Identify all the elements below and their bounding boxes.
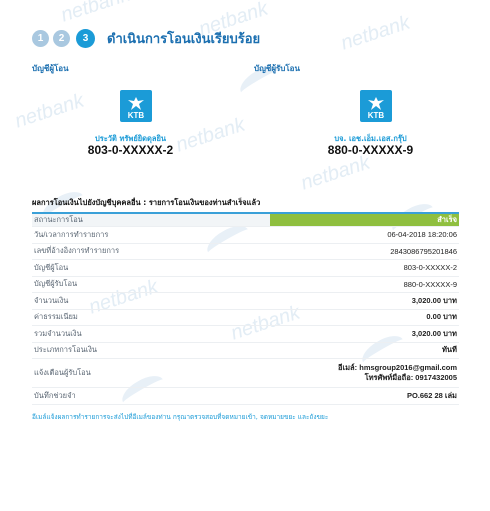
row-value: 06-04-2018 18:20:06: [270, 226, 459, 244]
notify-email: อีเมล์: hmsgroup2016@gmail.com: [338, 363, 457, 372]
row-label: ค่าธรรมเนียม: [32, 309, 270, 326]
step-2-icon: 2: [53, 29, 70, 47]
from-account-card: บัญชีผู้โอน KTB ประวัติ ทรัพย์ยิดดุลยิน …: [32, 62, 245, 192]
row-value: 803-0-XXXXX-2: [270, 259, 459, 277]
row-value: 0.00 บาท: [270, 309, 459, 326]
footer-note: อีเมล์แจ้งผลการทำรายการจะส่งไปที่อีเมล์ข…: [32, 412, 329, 421]
row-label: บันทึกช่วยจำ: [32, 387, 270, 405]
table-row: แจ้งเตือนผู้รับโอน อีเมล์: hmsgroup2016@…: [32, 358, 459, 388]
table-row: จำนวนเงิน 3,020.00 บาท: [32, 292, 459, 310]
transfer-result-page: 1 2 3 ดำเนินการโอนเงินเรียบร้อย บัญชีผู้…: [32, 26, 459, 422]
row-label: รวมจำนวนเงิน: [32, 325, 270, 343]
to-account-card: บัญชีผู้รับโอน KTB บจ. เอช.เอ็ม.เอส.กรุ๊…: [254, 62, 467, 192]
row-label: บัญชีผู้รับโอน: [32, 276, 270, 293]
row-value: 3,020.00 บาท: [270, 292, 459, 310]
row-value: PO.662 28 เล่ม: [270, 387, 459, 405]
row-label: บัญชีผู้โอน: [32, 259, 270, 277]
from-account-header: บัญชีผู้โอน: [32, 64, 69, 73]
table-row: บันทึกช่วยจำ PO.662 28 เล่ม: [32, 387, 459, 405]
row-label: เลขที่อ้างอิงการทำรายการ: [32, 243, 270, 260]
table-row: บัญชีผู้โอน 803-0-XXXXX-2: [32, 259, 459, 277]
bank-logo-text: KTB: [367, 111, 385, 120]
step-3-icon: 3: [76, 28, 95, 48]
result-title: ผลการโอนเงินไปยังบัญชีบุคคลอื่น : รายการ…: [32, 197, 459, 214]
row-label: ประเภทการโอนเงิน: [32, 342, 270, 359]
bank-logo: KTB: [360, 90, 392, 122]
row-label: จำนวนเงิน: [32, 292, 270, 310]
to-account-number: 880-0-XXXXX-9: [327, 143, 414, 157]
from-account-number: 803-0-XXXXX-2: [87, 143, 174, 157]
row-value: 3,020.00 บาท: [270, 325, 459, 343]
watermark-text: netbank: [58, 0, 133, 27]
to-account-header: บัญชีผู้รับโอน: [254, 64, 300, 73]
table-row: ประเภทการโอนเงิน ทันที: [32, 342, 459, 359]
row-value: 880-0-XXXXX-9: [270, 276, 459, 293]
account-summary: บัญชีผู้โอน KTB ประวัติ ทรัพย์ยิดดุลยิน …: [32, 62, 459, 192]
table-row: ค่าธรรมเนียม 0.00 บาท: [32, 309, 459, 326]
row-label: สถานะการโอน: [32, 214, 270, 227]
bank-logo-text: KTB: [127, 111, 145, 120]
table-row: รวมจำนวนเงิน 3,020.00 บาท: [32, 325, 459, 343]
result-table: สถานะการโอน สำเร็จ วัน/เวลาการทำรายการ 0…: [32, 214, 459, 405]
ktb-bird-icon: [128, 97, 144, 110]
table-row: เลขที่อ้างอิงการทำรายการ 284308679520184…: [32, 243, 459, 260]
step-1-icon: 1: [32, 29, 49, 47]
notify-phone: โทรศัพท์มือถือ: 0917432005: [364, 373, 457, 382]
row-value: ทันที: [270, 342, 459, 359]
table-row: บัญชีผู้รับโอน 880-0-XXXXX-9: [32, 276, 459, 293]
row-label: แจ้งเตือนผู้รับโอน: [32, 358, 270, 388]
row-value: 2843086795201846: [270, 243, 459, 260]
ktb-bird-icon: [368, 97, 384, 110]
step-indicator: 1 2 3 ดำเนินการโอนเงินเรียบร้อย: [32, 26, 459, 50]
bank-logo: KTB: [120, 90, 152, 122]
page-title: ดำเนินการโอนเงินเรียบร้อย: [107, 30, 261, 46]
table-row: สถานะการโอน สำเร็จ: [32, 214, 459, 227]
row-label: วัน/เวลาการทำรายการ: [32, 226, 270, 244]
status-badge: สำเร็จ: [270, 214, 459, 227]
row-value: อีเมล์: hmsgroup2016@gmail.com โทรศัพท์ม…: [270, 358, 459, 388]
table-row: วัน/เวลาการทำรายการ 06-04-2018 18:20:06: [32, 226, 459, 244]
